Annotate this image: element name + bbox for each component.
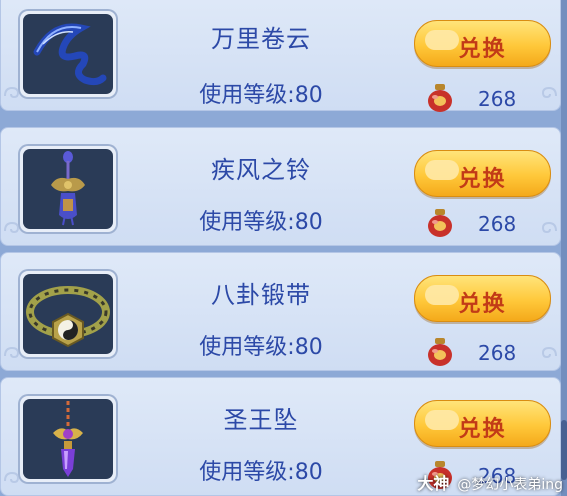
saint-king-pendant-icon (23, 399, 113, 479)
item-level: 使用等级:80 (199, 460, 323, 485)
item-name: 疾风之铃 (211, 156, 311, 184)
item-name: 八卦锻带 (211, 281, 311, 309)
watermark-handle: @梦幻小表弟ing (457, 477, 563, 493)
scrollbar[interactable] (561, 0, 567, 496)
exchange-list: 万里卷云 使用等级:80 兑换 268 疾风之铃 使用等级:80 兑换 268 … (0, 0, 567, 496)
item-name: 万里卷云 (211, 25, 311, 53)
list-item: 疾风之铃 使用等级:80 兑换 268 (0, 127, 561, 246)
price-value: 268 (478, 87, 517, 111)
red-jar-icon (426, 83, 454, 113)
list-item: 八卦锻带 使用等级:80 兑换 268 (0, 252, 561, 371)
bagua-belt-icon (23, 274, 113, 354)
exchange-button[interactable]: 兑换 (414, 20, 551, 67)
exchange-button[interactable]: 兑换 (414, 400, 551, 447)
item-icon-frame[interactable] (18, 9, 118, 99)
watermark: 大神 @梦幻小表弟ing (417, 470, 563, 493)
item-level: 使用等级:80 (199, 335, 323, 360)
exchange-button[interactable]: 兑换 (414, 150, 551, 197)
item-icon-frame[interactable] (18, 144, 118, 234)
price-value: 268 (478, 212, 517, 236)
list-item: 万里卷云 使用等级:80 兑换 268 (0, 0, 561, 113)
exchange-button-label: 兑换 (458, 37, 507, 62)
blue-ribbon-icon (23, 14, 113, 94)
red-jar-icon (426, 337, 454, 367)
cloud-swirl-icon (532, 219, 558, 235)
price: 268 (426, 83, 546, 113)
item-icon-frame[interactable] (18, 394, 118, 484)
item-name: 圣王坠 (223, 406, 299, 434)
item-level: 使用等级:80 (199, 83, 323, 108)
exchange-button-label: 兑换 (458, 417, 507, 442)
price: 268 (426, 208, 546, 238)
wind-bell-icon (23, 149, 113, 229)
item-level: 使用等级:80 (199, 210, 323, 235)
exchange-button[interactable]: 兑换 (414, 275, 551, 322)
price-value: 268 (478, 341, 517, 365)
item-icon-frame[interactable] (18, 269, 118, 359)
watermark-brand: 大神 (417, 474, 450, 493)
red-jar-icon (426, 208, 454, 238)
cloud-swirl-icon (532, 344, 558, 360)
exchange-button-label: 兑换 (458, 292, 507, 317)
cloud-swirl-icon (532, 84, 558, 100)
exchange-button-label: 兑换 (458, 167, 507, 192)
price: 268 (426, 337, 546, 367)
